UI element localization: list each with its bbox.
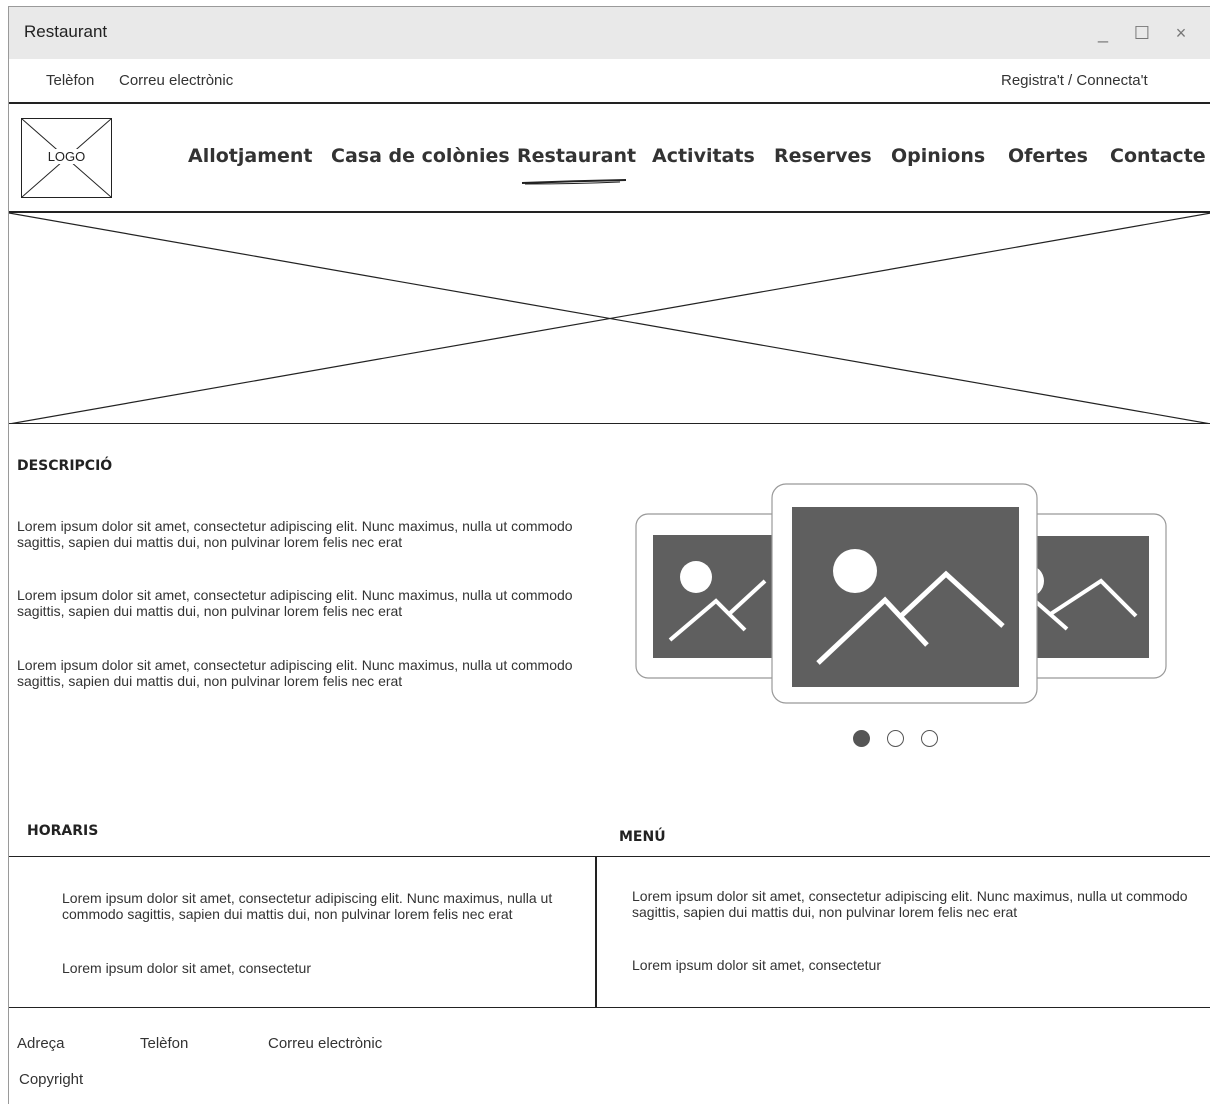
logo[interactable]: LOGO [21, 118, 112, 198]
panel-divider [595, 857, 597, 1007]
carousel-dot-3[interactable] [921, 730, 938, 747]
nav-item-ofertes[interactable]: Ofertes [1008, 145, 1088, 167]
description-title: DESCRIPCIÓ [17, 458, 113, 474]
hours-paragraph: Lorem ipsum dolor sit amet, consectetur … [62, 890, 553, 922]
maximize-button[interactable]: ☐ [1130, 21, 1154, 45]
image-carousel[interactable] [635, 483, 1167, 753]
nav-item-casa-de-colonies[interactable]: Casa de colònies [331, 145, 510, 167]
menu-paragraph: Lorem ipsum dolor sit amet, consectetur … [632, 888, 1188, 920]
top-email-link[interactable]: Correu electrònic [119, 72, 233, 89]
top-phone-link[interactable]: Telèfon [46, 72, 94, 89]
footer-copyright: Copyright [19, 1071, 84, 1088]
carousel-slide-center[interactable] [771, 483, 1038, 704]
logo-label: LOGO [45, 149, 88, 164]
register-login-link[interactable]: Registra't / Connecta't [1001, 72, 1148, 89]
footer-phone[interactable]: Telèfon [140, 1035, 188, 1052]
menu-paragraph: Lorem ipsum dolor sit amet, consectetur [632, 957, 881, 973]
nav-item-restaurant[interactable]: Restaurant [517, 145, 636, 167]
nav-item-allotjament[interactable]: Allotjament [188, 145, 313, 167]
minimize-button[interactable]: _ [1091, 21, 1115, 45]
nav-item-reserves[interactable]: Reserves [774, 145, 872, 167]
title-bar: Restaurant _ ☐ × [9, 7, 1210, 59]
hours-title: HORARIS [27, 823, 99, 839]
footer-address[interactable]: Adreça [17, 1035, 65, 1052]
browser-window: Restaurant _ ☐ × Telèfon Correu electròn… [8, 6, 1210, 1104]
top-contact-bar: Telèfon Correu electrònic Registra't / C… [9, 59, 1210, 103]
menu-title: MENÚ [619, 829, 666, 845]
footer-email[interactable]: Correu electrònic [268, 1035, 382, 1052]
carousel-slides [635, 483, 1167, 704]
nav-item-contacte[interactable]: Contacte [1110, 145, 1206, 167]
hours-paragraph: Lorem ipsum dolor sit amet, consectetur [62, 960, 311, 976]
carousel-dot-2[interactable] [887, 730, 904, 747]
hero-image [9, 213, 1210, 424]
description-paragraph: Lorem ipsum dolor sit amet, consectetur … [17, 518, 573, 550]
hero-placeholder-icon [9, 213, 1210, 424]
description-paragraph: Lorem ipsum dolor sit amet, consectetur … [17, 657, 573, 689]
nav-item-opinions[interactable]: Opinions [891, 145, 985, 167]
main-navigation: LOGO Allotjament Casa de colònies Restau… [9, 104, 1210, 212]
carousel-dot-1[interactable] [853, 730, 870, 747]
hours-menu-panel: Lorem ipsum dolor sit amet, consectetur … [9, 856, 1210, 1008]
nav-item-activitats[interactable]: Activitats [652, 145, 755, 167]
active-nav-underline [521, 179, 627, 185]
description-paragraph: Lorem ipsum dolor sit amet, consectetur … [17, 587, 573, 619]
window-title: Restaurant [24, 22, 108, 41]
close-button[interactable]: × [1169, 21, 1193, 45]
